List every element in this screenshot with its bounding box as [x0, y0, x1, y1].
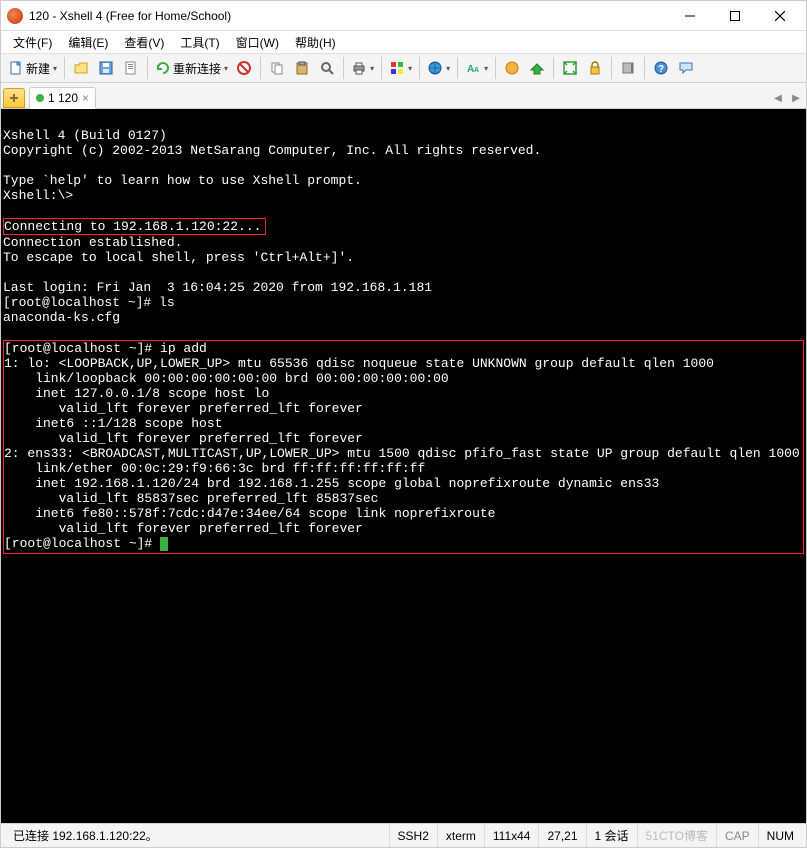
reconnect-icon: [155, 60, 171, 76]
color-scheme-button[interactable]: ▾: [386, 56, 415, 80]
window-title: 120 - Xshell 4 (Free for Home/School): [29, 9, 667, 23]
tab-strip: 1 120 × ◀ ▶: [1, 83, 806, 109]
properties-button[interactable]: [119, 56, 143, 80]
maximize-button[interactable]: [712, 2, 757, 30]
terminal-view[interactable]: Xshell 4 (Build 0127) Copyright (c) 2002…: [1, 109, 806, 823]
title-bar: 120 - Xshell 4 (Free for Home/School): [1, 1, 806, 31]
status-connected: 已连接 192.168.1.120:22。: [5, 824, 390, 847]
reconnect-button[interactable]: 重新连接 ▾: [152, 56, 231, 80]
fullscreen-button[interactable]: [558, 56, 582, 80]
status-bar: 已连接 192.168.1.120:22。 SSH2 xterm 111x44 …: [1, 823, 806, 847]
open-button[interactable]: [69, 56, 93, 80]
xagent-icon: [504, 60, 520, 76]
terminal-cursor: [160, 537, 168, 551]
fontsize-button[interactable]: AA▾: [462, 56, 491, 80]
folder-icon: [73, 60, 89, 76]
menu-edit[interactable]: 编辑(E): [60, 32, 116, 53]
globe-icon: [427, 60, 443, 76]
document-icon: [8, 60, 24, 76]
copy-icon: [269, 60, 285, 76]
paste-icon: [294, 60, 310, 76]
toolbar: 新建 ▾ 重新连接 ▾ ▾ ▾ ▾ AA▾ ?: [1, 53, 806, 83]
new-button[interactable]: 新建 ▾: [5, 56, 60, 80]
close-button[interactable]: [757, 2, 802, 30]
status-caps: CAP: [717, 824, 759, 847]
menu-bar: 文件(F) 编辑(E) 查看(V) 工具(T) 窗口(W) 帮助(H): [1, 31, 806, 53]
font-button[interactable]: ▾: [424, 56, 453, 80]
copy-button[interactable]: [265, 56, 289, 80]
status-pos: 27,21: [539, 824, 586, 847]
highlight-connecting: Connecting to 192.168.1.120:22...: [3, 218, 266, 235]
speech-icon: [678, 60, 694, 76]
menu-view[interactable]: 查看(V): [116, 32, 172, 53]
print-button[interactable]: ▾: [348, 56, 377, 80]
highlight-ipadd: [root@localhost ~]# ip add 1: lo: <LOOPB…: [3, 340, 804, 554]
status-term: xterm: [438, 824, 485, 847]
menu-tools[interactable]: 工具(T): [172, 32, 227, 53]
save-button[interactable]: [94, 56, 118, 80]
reconnect-button-label: 重新连接: [173, 60, 221, 77]
printer-icon: [351, 60, 367, 76]
status-dot-icon: [36, 94, 44, 102]
search-icon: [319, 60, 335, 76]
menu-file[interactable]: 文件(F): [5, 32, 60, 53]
paste-button[interactable]: [290, 56, 314, 80]
disconnect-icon: [236, 60, 252, 76]
tab-label: 1 120: [48, 91, 78, 105]
find-button[interactable]: [315, 56, 339, 80]
fontsize-icon: AA: [465, 60, 481, 76]
xagent-button[interactable]: [500, 56, 524, 80]
fullscreen-icon: [562, 60, 578, 76]
feedback-button[interactable]: [674, 56, 698, 80]
window-controls: [667, 2, 802, 30]
disconnect-button[interactable]: [232, 56, 256, 80]
status-sessions: 1 会话: [587, 824, 638, 847]
status-size: 111x44: [485, 824, 540, 847]
palette-icon: [389, 60, 405, 76]
tab-close-button[interactable]: ×: [82, 91, 89, 105]
xftp-button[interactable]: [525, 56, 549, 80]
app-icon: [7, 8, 23, 24]
scroll-button[interactable]: [616, 56, 640, 80]
scroll-icon: [620, 60, 636, 76]
menu-window[interactable]: 窗口(W): [228, 32, 287, 53]
help-icon: ?: [653, 60, 669, 76]
menu-help[interactable]: 帮助(H): [287, 32, 344, 53]
lock-button[interactable]: [583, 56, 607, 80]
properties-icon: [123, 60, 139, 76]
tab-next-button[interactable]: ▶: [788, 88, 804, 108]
minimize-button[interactable]: [667, 2, 712, 30]
status-num: NUM: [759, 824, 802, 847]
plus-icon: [9, 93, 19, 103]
watermark-text: 51CTO博客: [638, 824, 717, 847]
help-button[interactable]: ?: [649, 56, 673, 80]
svg-text:A: A: [474, 67, 479, 74]
new-button-label: 新建: [26, 60, 50, 77]
lock-icon: [587, 60, 603, 76]
add-tab-button[interactable]: [3, 88, 25, 108]
tab-prev-button[interactable]: ◀: [770, 88, 786, 108]
svg-text:?: ?: [658, 64, 664, 75]
disk-icon: [98, 60, 114, 76]
tab-session[interactable]: 1 120 ×: [29, 87, 96, 109]
xftp-icon: [529, 60, 545, 76]
status-protocol: SSH2: [390, 824, 438, 847]
